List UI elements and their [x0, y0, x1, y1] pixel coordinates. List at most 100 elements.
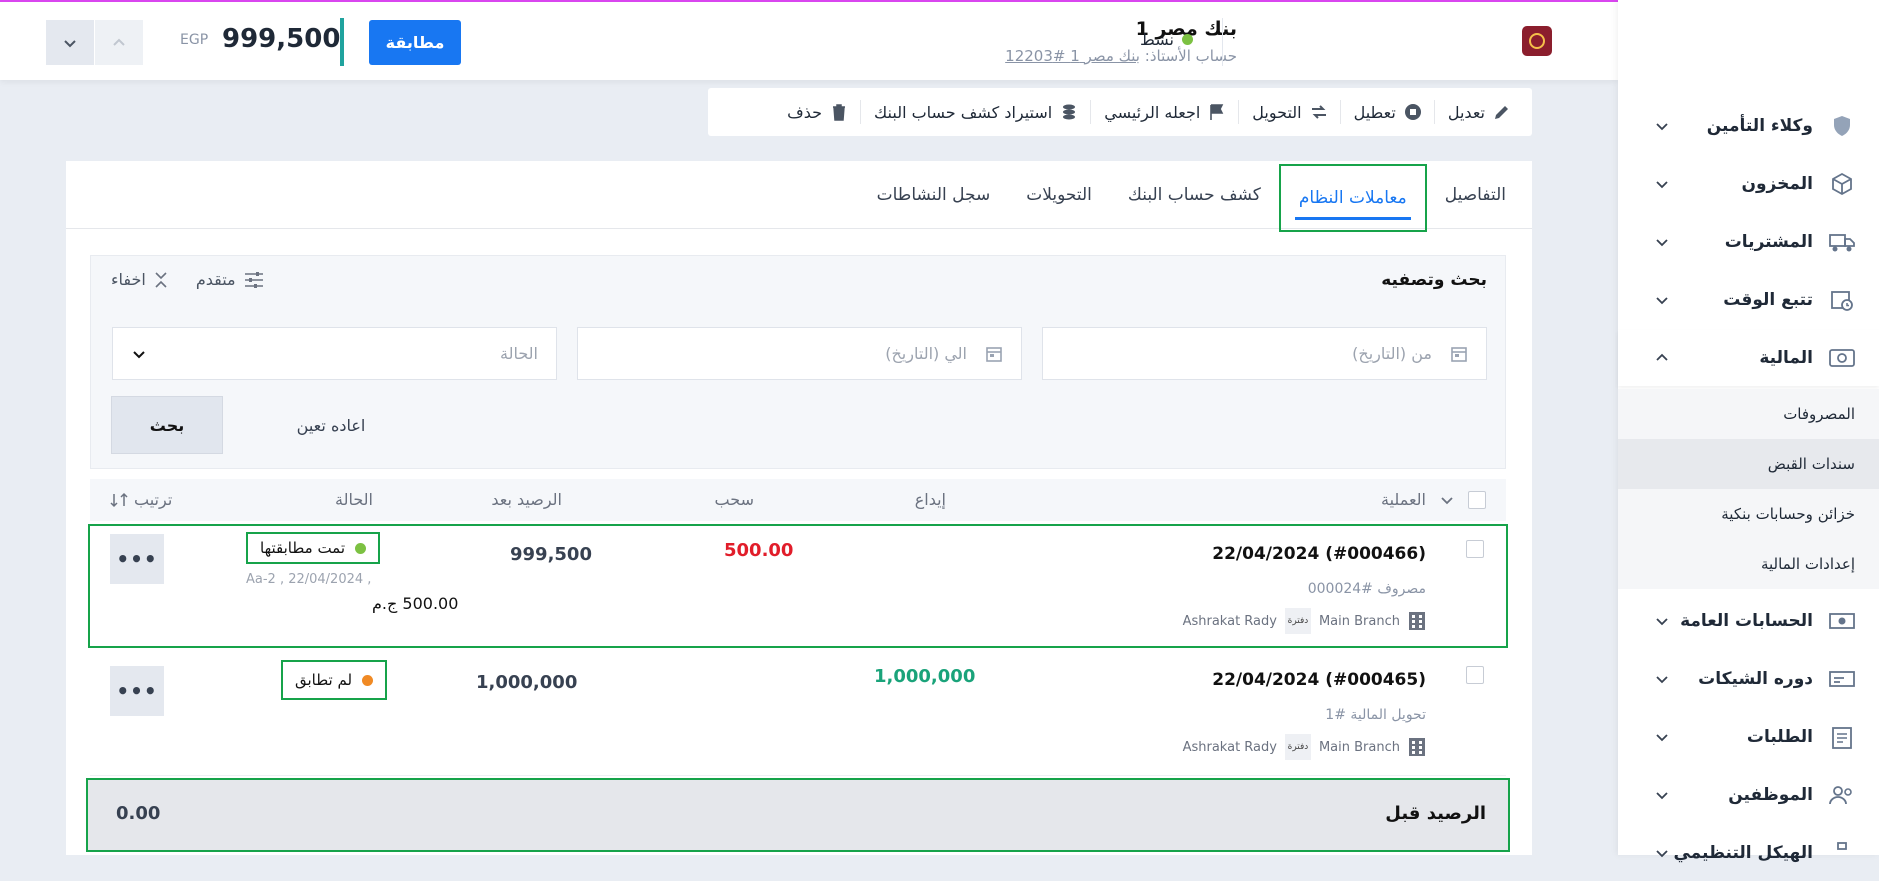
header-divider [1222, 18, 1223, 66]
row-checkbox[interactable] [1466, 540, 1484, 558]
sidebar-sub-treasuries[interactable]: خزائن وحسابات بنكية [1618, 489, 1879, 539]
chevron-down-icon [1652, 843, 1672, 863]
tabs-bar: التفاصيل معاملات النظام كشف حساب البنك ا… [66, 161, 1532, 232]
advanced-filter-button[interactable]: متقدم [196, 270, 264, 289]
filter-title: بحث وتصفيه [1381, 270, 1487, 290]
status-indicator: نشط [1140, 30, 1193, 49]
sidebar-item-general-accounts[interactable]: الحسابات العامة [1618, 593, 1879, 649]
select-all-checkbox[interactable] [1468, 491, 1486, 509]
status-text: نشط [1140, 30, 1174, 49]
row-title: (#000465) 22/04/2024 [1212, 670, 1426, 690]
sidebar-item-inventory[interactable]: المخزون [1618, 156, 1879, 212]
match-info: Aa-2 , 22/04/2024 , [246, 572, 372, 587]
sort-icon [110, 492, 128, 507]
flag-icon [1210, 104, 1224, 120]
user-avatar: دفترة [1284, 734, 1311, 760]
chevron-up-icon [1652, 348, 1672, 368]
opening-balance-value: 0.00 [116, 803, 161, 824]
table-header: العملية إيداع سحب الرصيد بعد الحالة ترتي… [90, 479, 1506, 521]
action-toolbar: تعديل تعطيل التحويل اجعله الرئيسي استيرا… [708, 88, 1532, 136]
calendar-icon [986, 346, 1002, 362]
delete-button[interactable]: حذف [774, 88, 861, 136]
sidebar-sub-finance-settings[interactable]: إعدادات المالية [1618, 539, 1879, 589]
cash-icon [1827, 606, 1857, 636]
cheque-icon [1827, 664, 1857, 694]
users-icon [1827, 780, 1857, 810]
row-actions-button[interactable]: ••• [110, 666, 164, 716]
sidebar-item-purchases[interactable]: المشتريات [1618, 214, 1879, 270]
collapse-icon [155, 271, 167, 288]
edit-button[interactable]: تعديل [1435, 88, 1524, 136]
disable-button[interactable]: تعطيل [1341, 88, 1436, 136]
calendar-clock-icon [1827, 285, 1857, 315]
opening-balance-row: الرصيد قبل 0.00 [86, 778, 1510, 852]
tab-transfers[interactable]: التحويلات [1008, 161, 1110, 229]
filter-tools: متقدم اخفاء [111, 270, 264, 289]
row-reference: مصروف #000024 [1307, 581, 1426, 597]
shield-icon [1827, 111, 1857, 141]
search-filter-panel: بحث وتصفيه متقدم اخفاء من (التاريخ) الي … [90, 255, 1506, 469]
box-icon [1827, 169, 1857, 199]
trash-icon [833, 104, 846, 121]
match-button[interactable]: مطابقة [369, 20, 461, 65]
row-branch: Main Branch [1318, 739, 1400, 755]
chevron-down-icon [1652, 785, 1672, 805]
tab-system-transactions[interactable]: معاملات النظام [1278, 164, 1427, 232]
opening-balance-label: الرصيد قبل [1385, 803, 1486, 824]
chevron-down-icon [1652, 174, 1672, 194]
tab-bank-statement[interactable]: كشف حساب البنك [1110, 161, 1279, 229]
sidebar-item-org-structure[interactable]: الهيكل التنظيمي [1618, 825, 1879, 881]
hide-filter-button[interactable]: اخفاء [111, 270, 168, 289]
tab-activity-log[interactable]: سجل النشاطات [859, 161, 1009, 229]
sidebar-item-employees[interactable]: الموظفين [1618, 767, 1879, 823]
previous-record-button[interactable] [95, 20, 143, 65]
stop-circle-icon [1404, 104, 1421, 120]
row-checkbox[interactable] [1466, 666, 1484, 684]
row-withdraw: 500.00 [724, 540, 794, 561]
chevron-down-icon [64, 39, 76, 47]
chevron-down-icon [1441, 497, 1453, 505]
sidebar-item-requests[interactable]: الطلبات [1618, 709, 1879, 765]
sort-button[interactable]: ترتيب [110, 490, 172, 509]
table-row[interactable]: (#000466) 22/04/2024 مصروف #000024 Main … [88, 524, 1508, 648]
make-main-button[interactable]: اجعله الرئيسي [1091, 88, 1240, 136]
sidebar-item-finance[interactable]: المالية [1618, 330, 1879, 386]
to-date-input[interactable]: الي (التاريخ) [577, 327, 1022, 380]
row-actions-button[interactable]: ••• [110, 534, 164, 584]
balance-divider [340, 18, 344, 66]
sidebar-item-cheque-cycle[interactable]: دوره الشيكات [1618, 651, 1879, 707]
row-meta: Main Branch دفترة Ashrakat Rady [1183, 734, 1426, 760]
search-button[interactable]: بحث [111, 396, 223, 454]
bank-logo-icon [1522, 26, 1552, 56]
building-icon [1409, 738, 1425, 756]
truck-icon [1827, 227, 1857, 257]
from-date-input[interactable]: من (التاريخ) [1042, 327, 1487, 380]
import-statement-button[interactable]: استيراد كشف حساب البنك [861, 88, 1092, 136]
sidebar-sub-expenses[interactable]: المصروفات [1618, 389, 1879, 439]
sidebar-item-insurance-agents[interactable]: وكلاء التأمين [1618, 98, 1879, 154]
record-navigation [46, 20, 143, 65]
table-row[interactable]: (#000465) 22/04/2024 تحويل المالية #1 Ma… [90, 652, 1506, 776]
ledger-account: حساب الأستاذ: بنك مصر 1 #12203 [1005, 47, 1237, 65]
next-record-button[interactable] [46, 20, 94, 65]
reset-button[interactable]: اعاده تعين [271, 396, 391, 454]
status-badge: تمت مطابقتها [246, 532, 381, 564]
column-balance-after: الرصيد بعد [491, 490, 562, 509]
sidebar: وكلاء التأمين المخزون المشتريات تتبع الو… [1618, 0, 1879, 863]
main-card: التفاصيل معاملات النظام كشف حساب البنك ا… [66, 161, 1532, 855]
sliders-icon [244, 271, 263, 288]
calendar-icon [1451, 346, 1467, 362]
row-user: Ashrakat Rady [1182, 739, 1277, 755]
column-operation: العملية [1381, 490, 1426, 509]
clipboard-icon [1827, 722, 1857, 752]
column-deposit: إيداع [914, 490, 946, 509]
row-balance-after: 1,000,000 [476, 672, 578, 693]
status-select[interactable]: الحالة [112, 327, 557, 380]
sidebar-item-time-tracking[interactable]: تتبع الوقت [1618, 272, 1879, 328]
tab-details[interactable]: التفاصيل [1427, 161, 1524, 229]
row-deposit: 1,000,000 [874, 666, 976, 687]
ledger-account-link[interactable]: بنك مصر 1 #12203 [1005, 47, 1140, 65]
sidebar-sub-receipts[interactable]: سندات القبض [1618, 439, 1879, 489]
row-branch: Main Branch [1318, 613, 1400, 629]
transfer-button[interactable]: التحويل [1239, 88, 1341, 136]
